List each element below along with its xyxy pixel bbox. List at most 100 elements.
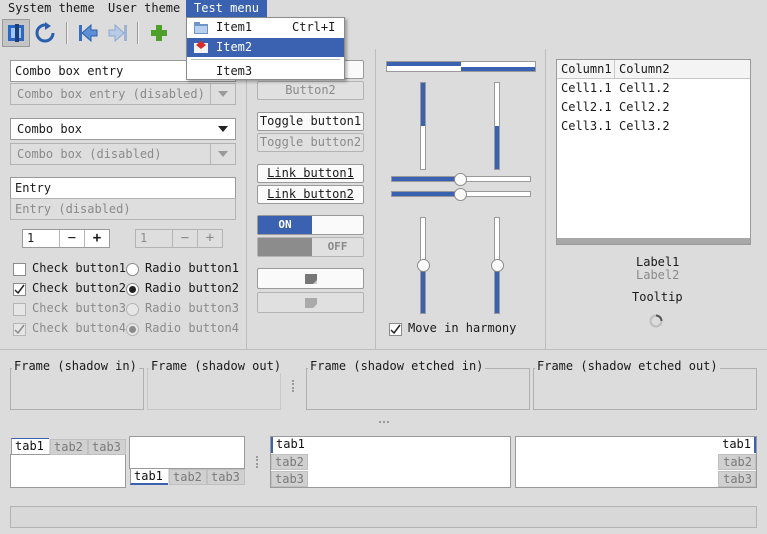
cell-1-1[interactable]: Cell1.1 xyxy=(561,81,612,95)
check-button4-label: Check button4 xyxy=(32,321,126,335)
move-in-harmony-checkbox[interactable] xyxy=(389,323,402,336)
menu-item1-shortcut: Ctrl+I xyxy=(292,20,336,34)
menu-item3[interactable]: Item3 xyxy=(187,62,344,81)
image-button[interactable] xyxy=(257,268,364,289)
check-button3-label: Check button3 xyxy=(32,301,126,315)
check-button2-label[interactable]: Check button2 xyxy=(32,281,126,295)
link-button2[interactable]: Link button2 xyxy=(257,185,364,204)
status-bar xyxy=(10,506,757,528)
tab-bottom-tab2[interactable]: tab2 xyxy=(169,469,207,485)
frame-shadow-out xyxy=(147,368,281,410)
radio-button1[interactable] xyxy=(126,263,139,276)
frame-shadow-etched-in xyxy=(306,368,530,410)
note-icon xyxy=(304,298,317,308)
check-button1-label[interactable]: Check button1 xyxy=(32,261,126,275)
tab-left-tab3[interactable]: tab3 xyxy=(271,471,308,487)
menu-item1-label: Item1 xyxy=(216,20,253,34)
tab-top-tab3[interactable]: tab3 xyxy=(88,439,126,455)
switch-on[interactable]: ON xyxy=(257,215,364,235)
frame-shadow-etched-out xyxy=(533,368,757,410)
toggle-button1[interactable]: Toggle button1 xyxy=(257,112,364,131)
menu-item2-label: Item2 xyxy=(216,40,253,54)
toolbar-separator xyxy=(137,22,139,44)
switch-off-knob xyxy=(258,238,312,256)
menu-item2[interactable]: Item2 xyxy=(187,38,344,57)
image-button-disabled xyxy=(257,292,364,313)
toolbar-separator xyxy=(66,22,68,44)
column-header-2[interactable]: Column2 xyxy=(619,62,670,76)
go-first-icon[interactable] xyxy=(74,19,102,47)
spin-value: 1 xyxy=(140,231,148,245)
tab-left-tab2[interactable]: tab2 xyxy=(271,454,308,470)
vertical-slider-3-knob[interactable] xyxy=(417,259,430,272)
horizontal-slider-1-knob[interactable] xyxy=(454,173,467,186)
cell-3-2[interactable]: Cell3.2 xyxy=(619,119,670,133)
cell-2-2[interactable]: Cell2.2 xyxy=(619,100,670,114)
tab-right-tab3[interactable]: tab3 xyxy=(718,471,756,487)
check-button4-box xyxy=(13,323,26,336)
frame-shadow-etched-in-label: Frame (shadow etched in) xyxy=(308,359,486,373)
paned-handle[interactable] xyxy=(256,456,259,468)
menu-test-menu[interactable]: Test menu xyxy=(186,0,268,17)
refresh-icon[interactable] xyxy=(31,19,59,47)
vertical-slider-2[interactable] xyxy=(494,82,500,170)
menu-system-theme[interactable]: System theme xyxy=(0,0,103,17)
link-button1[interactable]: Link button1 xyxy=(257,164,364,183)
spin-value: 1 xyxy=(27,231,35,245)
notebook-bottom-page xyxy=(129,436,245,469)
radio-button1-label[interactable]: Radio button1 xyxy=(145,261,239,275)
menu-item1[interactable]: Item1 Ctrl+I xyxy=(187,18,344,37)
combo-box[interactable]: Combo box xyxy=(10,118,236,140)
vertical-slider-4-knob[interactable] xyxy=(491,259,504,272)
add-icon[interactable] xyxy=(145,19,173,47)
column-header-1[interactable]: Column1 xyxy=(561,62,612,76)
radio-button2-label[interactable]: Radio button2 xyxy=(145,281,239,295)
tab-right-tab1[interactable]: tab1 xyxy=(718,437,756,453)
chevron-down-icon xyxy=(210,144,235,164)
radio-button2[interactable] xyxy=(126,283,139,296)
check-button2-box[interactable] xyxy=(13,283,26,296)
menu-separator xyxy=(191,59,340,60)
panel-separator xyxy=(375,49,376,349)
cell-1-2[interactable]: Cell1.2 xyxy=(619,81,670,95)
cell-3-1[interactable]: Cell3.1 xyxy=(561,119,612,133)
radio-button3-label: Radio button3 xyxy=(145,301,239,315)
horizontal-separator xyxy=(0,349,767,350)
minus-icon[interactable]: − xyxy=(59,230,84,247)
quantity-stepper[interactable]: 1 − + xyxy=(22,229,110,248)
panel-separator xyxy=(246,49,247,349)
entry-field[interactable]: Entry xyxy=(10,177,236,199)
tooltip-label: Tooltip xyxy=(632,290,683,304)
tab-bottom-tab1[interactable]: tab1 xyxy=(130,469,168,485)
progress-bar-top xyxy=(386,61,536,72)
check-button1-box[interactable] xyxy=(13,263,26,276)
go-last-icon[interactable] xyxy=(104,19,132,47)
combo-box-text: Combo box xyxy=(17,122,83,136)
tab-bottom-tab3[interactable]: tab3 xyxy=(207,469,245,485)
paned-handle-horizontal[interactable] xyxy=(379,421,389,425)
tab-left-tab1[interactable]: tab1 xyxy=(271,437,308,453)
tree-view[interactable]: Column1 Column2 Cell1.1 Cell1.2 Cell2.1 … xyxy=(556,59,751,245)
tree-scrollbar[interactable] xyxy=(557,238,750,244)
menu-user-theme[interactable]: User theme xyxy=(100,0,188,17)
tab-right-tab2[interactable]: tab2 xyxy=(718,454,756,470)
tab-top-tab1[interactable]: tab1 xyxy=(11,438,49,454)
test-menu-dropdown: Item1 Ctrl+I Item2 Item3 xyxy=(186,17,345,80)
frame-shadow-in-label: Frame (shadow in) xyxy=(12,359,139,373)
panel-separator xyxy=(545,49,546,349)
spinner-icon xyxy=(649,314,663,328)
radio-button4-label: Radio button4 xyxy=(145,321,239,335)
plus-icon[interactable]: + xyxy=(84,230,109,247)
tab-top-tab2[interactable]: tab2 xyxy=(50,439,88,455)
frame-shadow-in xyxy=(10,368,144,410)
cell-2-1[interactable]: Cell2.1 xyxy=(561,100,612,114)
chevron-down-icon[interactable] xyxy=(211,119,235,139)
widget-icon[interactable] xyxy=(2,19,30,47)
plus-icon: + xyxy=(197,230,222,247)
horizontal-slider-2-knob[interactable] xyxy=(454,188,467,201)
vertical-slider-1[interactable] xyxy=(420,82,426,170)
folder-icon xyxy=(194,22,208,34)
paned-handle[interactable] xyxy=(292,380,294,392)
mail-icon xyxy=(194,41,208,53)
move-in-harmony-label[interactable]: Move in harmony xyxy=(408,321,516,335)
